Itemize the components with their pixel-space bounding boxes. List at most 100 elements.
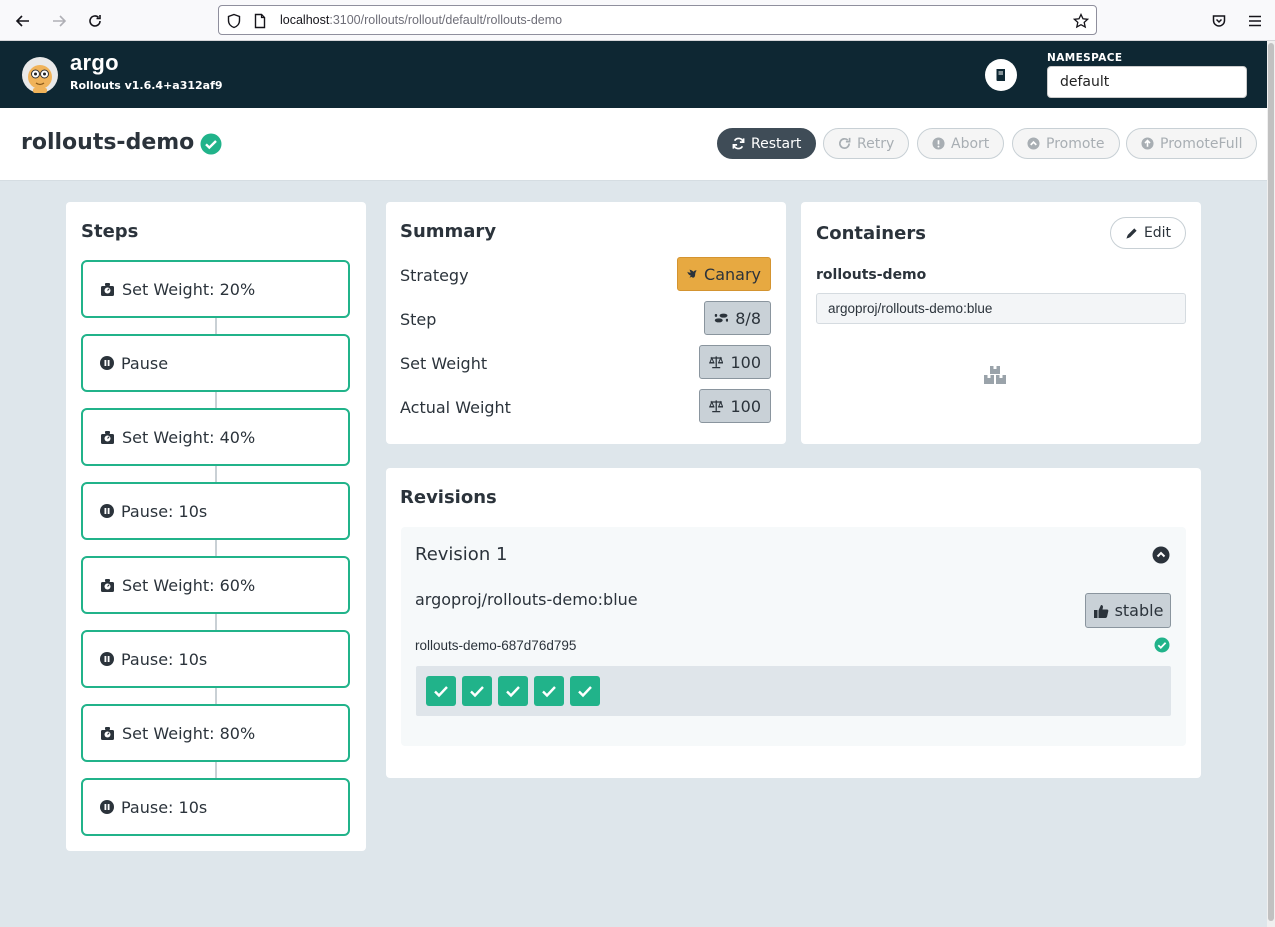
- revision-image: argoproj/rollouts-demo:blue: [415, 590, 638, 609]
- chevron-circle-up-icon[interactable]: [1152, 546, 1170, 564]
- strategy-badge: Canary: [677, 257, 771, 291]
- promote-full-label: PromoteFull: [1160, 135, 1243, 152]
- sync-icon: [732, 137, 745, 150]
- step-item[interactable]: Pause: 10s: [81, 778, 350, 836]
- step-label: Set Weight: 20%: [122, 279, 256, 299]
- stable-label: stable: [1114, 601, 1164, 620]
- step-item[interactable]: Set Weight: 60%: [81, 556, 350, 614]
- revisions-card: Revisions Revision 1 argoproj/rollouts-d…: [386, 468, 1201, 778]
- namespace-input[interactable]: [1047, 66, 1247, 98]
- step-badge: 8/8: [704, 301, 771, 335]
- weight-icon: [101, 282, 114, 296]
- abort-button[interactable]: Abort: [917, 128, 1005, 159]
- browser-toolbar: localhost:3100/rollouts/rollout/default/…: [0, 0, 1275, 41]
- containers-card: Containers Edit rollouts-demo argoproj/r…: [801, 202, 1201, 444]
- revisions-title: Revisions: [400, 487, 497, 508]
- edit-label: Edit: [1143, 225, 1172, 241]
- check-icon: [506, 686, 520, 698]
- pod-status[interactable]: [534, 676, 564, 706]
- step-item[interactable]: Pause: 10s: [81, 482, 350, 540]
- check-icon: [434, 686, 448, 698]
- step-value: 8/8: [735, 308, 761, 328]
- exclamation-circle-icon: [932, 137, 945, 150]
- shield-icon[interactable]: [226, 13, 242, 29]
- url-path: :3100/rollouts/rollout/default/rollouts-…: [329, 13, 563, 27]
- weight-icon: [101, 578, 114, 592]
- weight-icon: [101, 430, 114, 444]
- pause-circle-icon: [100, 356, 114, 370]
- healthy-check-circle-icon: [200, 133, 222, 155]
- weight-icon: [101, 726, 114, 740]
- dove-icon: [687, 269, 697, 278]
- containers-title: Containers: [816, 223, 926, 244]
- step-label: Set Weight: 40%: [122, 427, 256, 447]
- arrow-circle-up-icon: [1141, 137, 1154, 150]
- actual-weight-label: Actual Weight: [400, 398, 511, 417]
- set-weight-value: 100: [730, 352, 761, 372]
- step-item[interactable]: Set Weight: 80%: [81, 704, 350, 762]
- chevron-circle-up-icon: [1027, 137, 1040, 150]
- abort-label: Abort: [951, 135, 990, 152]
- app-header: argo Rollouts v1.6.4+a312af9 NAMESPACE: [0, 41, 1267, 108]
- boxes-icon: [984, 366, 1006, 384]
- pause-circle-icon: [100, 800, 114, 814]
- step-item[interactable]: Pause: [81, 334, 350, 392]
- actual-weight-badge: 100: [699, 389, 771, 423]
- pod-status[interactable]: [570, 676, 600, 706]
- url-bar[interactable]: localhost:3100/rollouts/rollout/default/…: [218, 5, 1097, 35]
- rollout-title: rollouts-demo: [21, 130, 195, 155]
- shoe-prints-icon: [714, 313, 729, 323]
- retry-label: Retry: [857, 135, 895, 152]
- balance-scale-icon: [709, 356, 724, 369]
- reload-icon[interactable]: [82, 8, 108, 34]
- namespace-label: NAMESPACE: [1047, 52, 1123, 64]
- pod-status[interactable]: [498, 676, 528, 706]
- balance-scale-icon: [709, 400, 724, 413]
- step-item[interactable]: Set Weight: 40%: [81, 408, 350, 466]
- restart-button[interactable]: Restart: [717, 128, 817, 159]
- check-icon: [470, 686, 484, 698]
- check-icon: [578, 686, 592, 698]
- step-label: Pause: 10s: [121, 649, 208, 669]
- promote-label: Promote: [1046, 135, 1105, 152]
- check-icon: [542, 686, 556, 698]
- promote-full-button[interactable]: PromoteFull: [1126, 128, 1258, 159]
- pod-status[interactable]: [462, 676, 492, 706]
- pocket-icon[interactable]: [1206, 8, 1232, 34]
- step-item[interactable]: Pause: 10s: [81, 630, 350, 688]
- container-image-field[interactable]: argoproj/rollouts-demo:blue: [816, 293, 1186, 324]
- step-label: Set Weight: 60%: [122, 575, 256, 595]
- steps-card: Steps Set Weight: 20% Pause Set Weight: …: [66, 202, 366, 851]
- pods-bar: [416, 666, 1171, 716]
- back-arrow-icon[interactable]: [10, 8, 36, 34]
- step-label: Step: [400, 310, 437, 329]
- url-text[interactable]: localhost:3100/rollouts/rollout/default/…: [280, 13, 562, 27]
- summary-title: Summary: [400, 221, 497, 242]
- rollout-header: rollouts-demo Restart Retry Abort Promot…: [0, 108, 1267, 181]
- pencil-icon: [1126, 227, 1137, 239]
- set-weight-label: Set Weight: [400, 354, 488, 373]
- brand-name: argo: [70, 50, 119, 75]
- promote-button[interactable]: Promote: [1012, 128, 1120, 159]
- retry-button[interactable]: Retry: [823, 128, 910, 159]
- restart-label: Restart: [751, 135, 802, 152]
- container-name: rollouts-demo: [816, 267, 927, 283]
- brand-version: Rollouts v1.6.4+a312af9: [70, 79, 223, 92]
- pod-status[interactable]: [426, 676, 456, 706]
- thumbs-up-icon: [1093, 604, 1108, 618]
- steps-title: Steps: [81, 221, 139, 242]
- pause-circle-icon: [100, 652, 114, 666]
- docs-book-button[interactable]: [985, 59, 1017, 91]
- scrollbar-thumb[interactable]: [1268, 43, 1274, 921]
- forward-arrow-icon[interactable]: [46, 8, 72, 34]
- stable-badge: stable: [1085, 593, 1171, 628]
- step-label: Pause: 10s: [121, 501, 208, 521]
- strategy-label: Strategy: [400, 266, 469, 285]
- bookmark-star-icon[interactable]: [1073, 13, 1089, 29]
- menu-icon[interactable]: [1242, 8, 1268, 34]
- step-label: Pause: [121, 353, 169, 373]
- edit-button[interactable]: Edit: [1110, 217, 1186, 249]
- redo-icon: [839, 137, 851, 149]
- argo-logo-icon: [22, 57, 58, 93]
- step-item[interactable]: Set Weight: 20%: [81, 260, 350, 318]
